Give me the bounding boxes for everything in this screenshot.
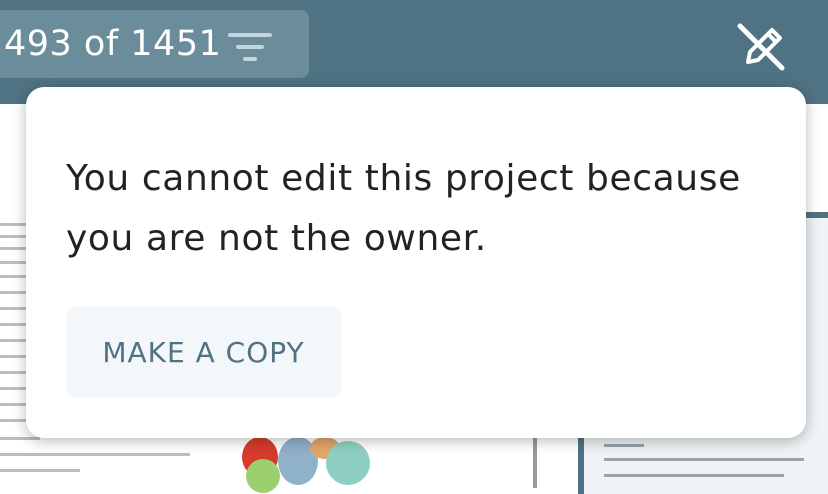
record-counter-button[interactable]: 493 of 1451: [0, 10, 309, 78]
background-divider: [533, 430, 537, 488]
permission-popover: You cannot edit this project because you…: [26, 87, 806, 438]
edit-off-icon[interactable]: [734, 22, 788, 72]
permission-message: You cannot edit this project because you…: [66, 158, 741, 259]
make-a-copy-button[interactable]: MAKE A COPY: [66, 307, 341, 397]
filter-icon: [228, 33, 272, 61]
record-counter-label: 493 of 1451: [4, 24, 222, 64]
